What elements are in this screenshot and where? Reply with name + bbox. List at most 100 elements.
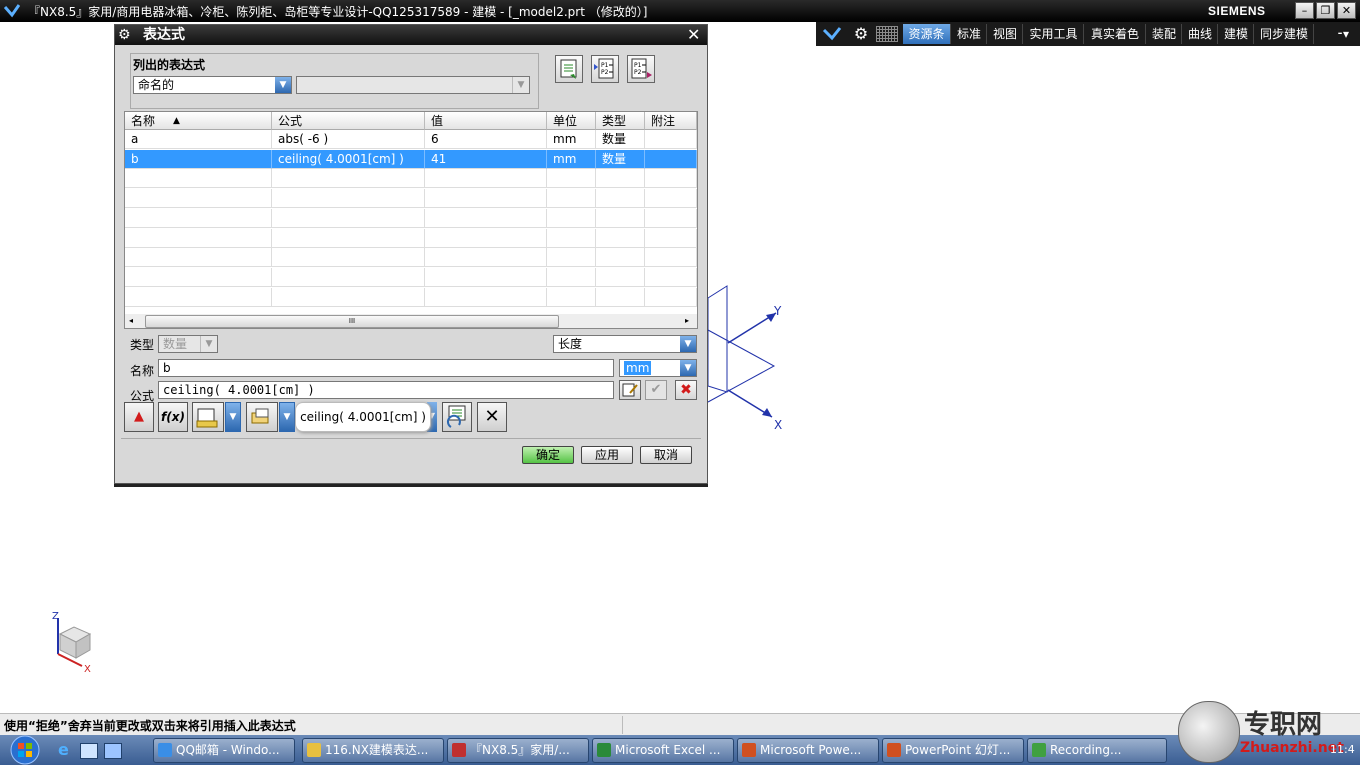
taskbar-item[interactable]: Microsoft Powe...	[737, 738, 879, 763]
status-bar: 使用“拒绝”舍弃当前更改或双击来将引用插入此表达式	[0, 713, 1360, 736]
scroll-left-icon[interactable]: ◂	[129, 314, 133, 328]
table-row[interactable]: b ceiling( 4.0001[cm] ) 41 mm 数量	[125, 149, 697, 169]
table-cell-name: a	[125, 130, 272, 149]
window-title-bar: 『NX8.5』家用/商用电器冰箱、冷柜、陈列柜、岛柜等专业设计-QQ125317…	[0, 0, 1360, 22]
ribbon-tab[interactable]: 建模	[1219, 24, 1254, 44]
ie-quicklaunch-icon[interactable]: e	[58, 741, 76, 759]
svg-text:P2=: P2=	[634, 69, 646, 76]
horizontal-scrollbar[interactable]: ◂ III ▸	[125, 314, 697, 328]
table-cell-value: 6	[425, 130, 547, 149]
ok-button[interactable]: 确定	[522, 446, 574, 464]
formula-input[interactable]: ceiling( 4.0001[cm] )	[158, 381, 614, 399]
ribbon-tab[interactable]: 曲线	[1183, 24, 1218, 44]
nx-menu-icon[interactable]	[820, 24, 844, 44]
accept-edit-button[interactable]: ✔	[645, 380, 667, 400]
start-button[interactable]	[4, 735, 46, 765]
export-expressions-button[interactable]: P1= P2=	[627, 55, 655, 83]
measure-button[interactable]	[192, 402, 224, 432]
svg-text:P1=: P1=	[601, 62, 613, 69]
dialog-gear-icon[interactable]: ⚙	[118, 26, 134, 44]
delete-expression-button[interactable]: ✕	[477, 402, 507, 432]
table-cell-note	[645, 228, 697, 248]
update-expressions-button[interactable]	[442, 402, 472, 432]
taskbar-item[interactable]: 『NX8.5』家用/...	[447, 738, 589, 763]
column-header[interactable]: 名称	[125, 112, 272, 130]
taskbar-item[interactable]: 116.NX建模表达...	[302, 738, 444, 763]
formula-edit-button[interactable]	[619, 380, 641, 400]
taskbar-item[interactable]: Recording...	[1027, 738, 1167, 763]
table-cell-value	[425, 287, 547, 307]
table-row[interactable]	[125, 189, 697, 209]
taskbar-item-label: QQ邮箱 - Windo...	[176, 743, 280, 757]
table-cell-value	[425, 169, 547, 189]
table-row[interactable]	[125, 228, 697, 248]
dimension-select[interactable]: 长度 ▼	[553, 335, 697, 353]
apply-button[interactable]: 应用	[581, 446, 633, 464]
table-cell-name	[125, 228, 272, 248]
table-row[interactable]	[125, 267, 697, 287]
chevron-down-icon: ▼	[680, 360, 696, 376]
dialog-title-bar: ⚙ 表达式 ✕	[115, 25, 707, 45]
table-cell-type: 数量	[596, 130, 645, 149]
table-row[interactable]	[125, 287, 697, 307]
table-row[interactable]	[125, 208, 697, 228]
reference-dropdown-icon[interactable]: ▼	[279, 402, 295, 432]
close-window-button[interactable]: ✕	[1337, 2, 1356, 19]
ribbon-tab[interactable]: 资源条	[903, 24, 951, 44]
taskbar-item[interactable]: PowerPoint 幻灯...	[882, 738, 1024, 763]
column-header[interactable]: 单位	[547, 112, 596, 130]
taskbar-item-label: 『NX8.5』家用/...	[470, 743, 570, 757]
table-row[interactable]	[125, 169, 697, 189]
name-input[interactable]: b	[158, 359, 614, 377]
minimize-button[interactable]: –	[1295, 2, 1314, 19]
ribbon-tab[interactable]: 实用工具	[1024, 24, 1084, 44]
scroll-thumb[interactable]: III	[145, 315, 559, 328]
table-cell-formula	[272, 189, 425, 209]
name-label: 名称	[130, 364, 155, 378]
scroll-right-icon[interactable]: ▸	[685, 314, 689, 328]
cancel-button[interactable]: 取消	[640, 446, 692, 464]
column-header[interactable]: 值	[425, 112, 547, 130]
list-filter-select[interactable]: 命名的 ▼	[133, 76, 292, 94]
table-cell-name	[125, 287, 272, 307]
switch-windows-icon[interactable]	[104, 743, 122, 759]
viewport-datum-csys	[707, 285, 777, 418]
taskbar-item[interactable]: QQ邮箱 - Windo...	[153, 738, 295, 763]
taskbar-item[interactable]: Microsoft Excel ...	[592, 738, 734, 763]
table-row[interactable]	[125, 248, 697, 268]
app-icon	[887, 743, 901, 757]
triad-x-label: X	[84, 664, 91, 675]
column-header[interactable]: 公式	[272, 112, 425, 130]
show-desktop-icon[interactable]	[80, 743, 98, 759]
table-cell-type	[596, 267, 645, 287]
ribbon-tab[interactable]: 同步建模	[1255, 24, 1314, 44]
taskbar-clock: 11:4	[1330, 743, 1355, 756]
reference-button[interactable]	[246, 402, 278, 432]
table-cell-unit	[547, 267, 596, 287]
ribbon-tab[interactable]: 视图	[988, 24, 1023, 44]
column-header[interactable]: 附注	[645, 112, 697, 130]
grid-icon[interactable]	[876, 26, 898, 42]
table-cell-unit	[547, 169, 596, 189]
ribbon-tab[interactable]: 真实着色	[1085, 24, 1146, 44]
table-cell-value	[425, 248, 547, 268]
table-cell-unit	[547, 248, 596, 268]
restore-button[interactable]: ❐	[1316, 2, 1335, 19]
list-expressions-button[interactable]	[555, 55, 583, 83]
insert-function-button[interactable]: f(x)	[158, 402, 188, 432]
gear-icon[interactable]: ⚙	[850, 24, 872, 44]
move-up-button[interactable]: ▲	[124, 402, 154, 432]
ribbon-options-button[interactable]: ⁃▾	[1330, 24, 1356, 44]
table-row[interactable]: a abs( -6 ) 6 mm 数量	[125, 130, 697, 149]
reject-edit-button[interactable]: ✖	[675, 380, 697, 400]
ribbon-tab[interactable]: 标准	[952, 24, 987, 44]
app-icon	[158, 743, 172, 757]
import-expressions-button[interactable]: P1= P2=	[591, 55, 619, 83]
column-header[interactable]: 类型	[596, 112, 645, 130]
unit-select[interactable]: mm ▼	[619, 359, 697, 377]
measure-dropdown-icon[interactable]: ▼	[225, 402, 241, 432]
ribbon-tab[interactable]: 装配	[1147, 24, 1182, 44]
app-icon	[307, 743, 321, 757]
table-cell-note	[645, 169, 697, 189]
dialog-close-icon[interactable]: ✕	[687, 25, 705, 45]
